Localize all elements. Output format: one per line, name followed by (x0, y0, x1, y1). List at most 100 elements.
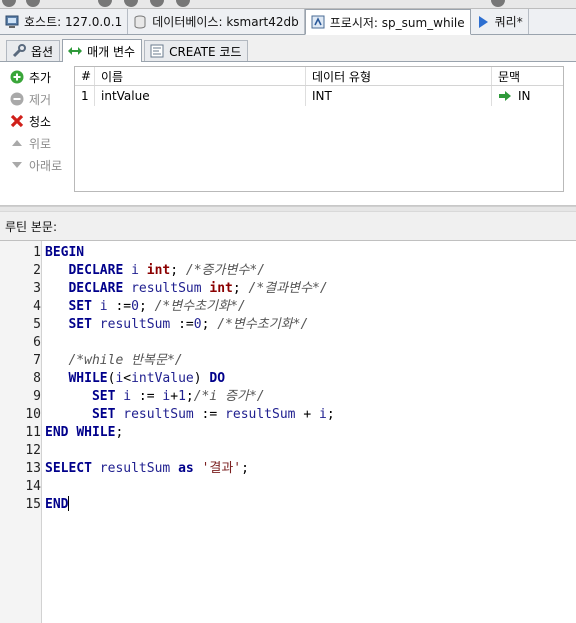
code-line[interactable]: 5 SET resultSum :=0; /*변수초기화*/ (0, 316, 576, 334)
code-line[interactable]: 7 /*while 반복문*/ (0, 352, 576, 370)
header-context[interactable]: 문맥 (492, 67, 563, 85)
code-text[interactable]: DECLARE i int; /*증가변수*/ (45, 262, 265, 280)
line-number: 3 (33, 281, 41, 296)
line-number: 12 (25, 443, 41, 458)
clear-button[interactable]: 청소 (10, 110, 70, 132)
procedure-icon (311, 15, 325, 29)
tab-database-label: 데이터베이스: ksmart42db (152, 15, 299, 29)
database-icon (134, 15, 146, 29)
code-text[interactable]: SELECT resultSum as '결과'; (45, 460, 249, 478)
row-number: 1 (75, 86, 95, 106)
plus-circle-icon (10, 70, 24, 84)
grid-header-row: # 이름 데이터 유형 문맥 (75, 67, 563, 86)
code-line[interactable]: 13 SELECT resultSum as '결과'; (0, 460, 576, 478)
tab-options[interactable]: 옵션 (6, 40, 61, 61)
move-down-button[interactable]: 아래로 (10, 154, 70, 176)
toolbar-button[interactable] (26, 0, 40, 7)
tab-parameters[interactable]: 매개 변수 (62, 39, 143, 62)
red-x-icon (10, 114, 24, 128)
code-text[interactable]: END (45, 496, 70, 514)
line-number: 15 (25, 497, 41, 512)
main-toolbar (0, 0, 576, 9)
param-context-cell[interactable]: IN (492, 86, 563, 106)
table-row[interactable]: 1 intValue INT IN (75, 86, 563, 106)
line-number: 13 (25, 461, 41, 476)
header-name[interactable]: 이름 (95, 67, 306, 85)
routine-body-label: 루틴 본문: (5, 220, 58, 234)
add-button[interactable]: 추가 (10, 66, 70, 88)
param-type-cell[interactable]: INT (306, 86, 492, 106)
code-text[interactable]: SET i := i+1;/*i 증가*/ (45, 388, 265, 406)
minus-circle-icon (10, 92, 24, 106)
code-line[interactable]: 14 (0, 478, 576, 496)
line-number: 14 (25, 479, 41, 494)
tab-create-code[interactable]: CREATE 코드 (144, 40, 249, 61)
toolbar-button[interactable] (124, 0, 138, 7)
code-line[interactable]: 1 BEGIN (0, 244, 576, 262)
line-number: 1 (33, 245, 41, 260)
toolbar-button[interactable] (98, 0, 112, 7)
toolbar-button[interactable] (2, 0, 16, 7)
header-data-type[interactable]: 데이터 유형 (306, 67, 492, 85)
code-text[interactable]: DECLARE resultSum int; /*결과변수*/ (45, 280, 327, 298)
code-line[interactable]: 6 (0, 334, 576, 352)
move-up-label: 위로 (29, 136, 52, 151)
tab-host[interactable]: 호스트: 127.0.0.1 (0, 9, 129, 34)
tab-parameters-label: 매개 변수 (87, 44, 136, 59)
code-text[interactable]: END WHILE; (45, 424, 123, 442)
tab-database[interactable]: 데이터베이스: ksmart42db (128, 9, 305, 34)
param-name-cell[interactable]: intValue (95, 86, 306, 106)
parameters-panel: 추가 제거 청소 위로 아래로 # 이름 데이터 유형 문맥 1 intValu… (0, 62, 576, 206)
code-line[interactable]: 9 SET i := i+1;/*i 증가*/ (0, 388, 576, 406)
code-text[interactable]: /*while 반복문*/ (45, 352, 182, 370)
tab-procedure[interactable]: 프로시저: sp_sum_while (304, 9, 471, 35)
param-context-label: IN (518, 89, 531, 103)
line-number: 7 (33, 353, 41, 368)
code-icon (150, 44, 164, 58)
line-number: 2 (33, 263, 41, 278)
tab-procedure-label: 프로시저: sp_sum_while (329, 15, 465, 30)
code-line[interactable]: 3 DECLARE resultSum int; /*결과변수*/ (0, 280, 576, 298)
code-line[interactable]: 11 END WHILE; (0, 424, 576, 442)
move-up-button[interactable]: 위로 (10, 132, 70, 154)
document-tab-bar: 호스트: 127.0.0.1 데이터베이스: ksmart42db 프로시저: … (0, 9, 576, 35)
line-number: 4 (33, 299, 41, 314)
code-line[interactable]: 2 DECLARE i int; /*증가변수*/ (0, 262, 576, 280)
arrow-right-icon (499, 91, 511, 101)
remove-label: 제거 (29, 92, 52, 107)
routine-tab-bar: 옵션 매개 변수 CREATE 코드 (0, 38, 576, 62)
code-editor[interactable]: 1 BEGIN 2 DECLARE i int; /*증가변수*/3 DECLARE… (0, 240, 576, 623)
code-text[interactable]: SET i :=0; /*변수초기화*/ (45, 298, 245, 316)
code-text[interactable]: SET resultSum :=0; /*변수초기화*/ (45, 316, 308, 334)
panel-splitter[interactable] (0, 206, 576, 212)
triangle-up-icon (12, 140, 22, 146)
code-line[interactable]: 4 SET i :=0; /*변수초기화*/ (0, 298, 576, 316)
line-number: 10 (25, 407, 41, 422)
tab-options-label: 옵션 (31, 44, 54, 59)
tab-query-label: 쿼리* (494, 15, 523, 29)
code-text[interactable]: WHILE(i<intValue) DO (45, 370, 225, 388)
line-number: 5 (33, 317, 41, 332)
code-text[interactable]: BEGIN (45, 244, 84, 262)
remove-button[interactable]: 제거 (10, 88, 70, 110)
line-number: 8 (33, 371, 41, 386)
add-label: 추가 (29, 70, 52, 85)
parameter-actions: 추가 제거 청소 위로 아래로 (10, 66, 70, 176)
header-number[interactable]: # (75, 67, 95, 85)
toolbar-button[interactable] (176, 0, 190, 7)
line-number: 9 (33, 389, 41, 404)
wrench-icon (12, 44, 26, 58)
code-line[interactable]: 12 (0, 442, 576, 460)
app-window: 호스트: 127.0.0.1 데이터베이스: ksmart42db 프로시저: … (0, 0, 576, 623)
code-line[interactable]: 15 END (0, 496, 576, 514)
code-line[interactable]: 8 WHILE(i<intValue) DO (0, 370, 576, 388)
tab-host-label: 호스트: 127.0.0.1 (24, 15, 123, 29)
code-text[interactable]: SET resultSum := resultSum + i; (45, 406, 335, 424)
toolbar-button[interactable] (491, 0, 505, 7)
tab-create-code-label: CREATE 코드 (169, 44, 242, 59)
toolbar-button[interactable] (150, 0, 164, 7)
tab-query[interactable]: 쿼리* (470, 9, 529, 34)
line-number: 11 (25, 425, 41, 440)
code-line[interactable]: 10 SET resultSum := resultSum + i; (0, 406, 576, 424)
host-icon (5, 15, 19, 28)
